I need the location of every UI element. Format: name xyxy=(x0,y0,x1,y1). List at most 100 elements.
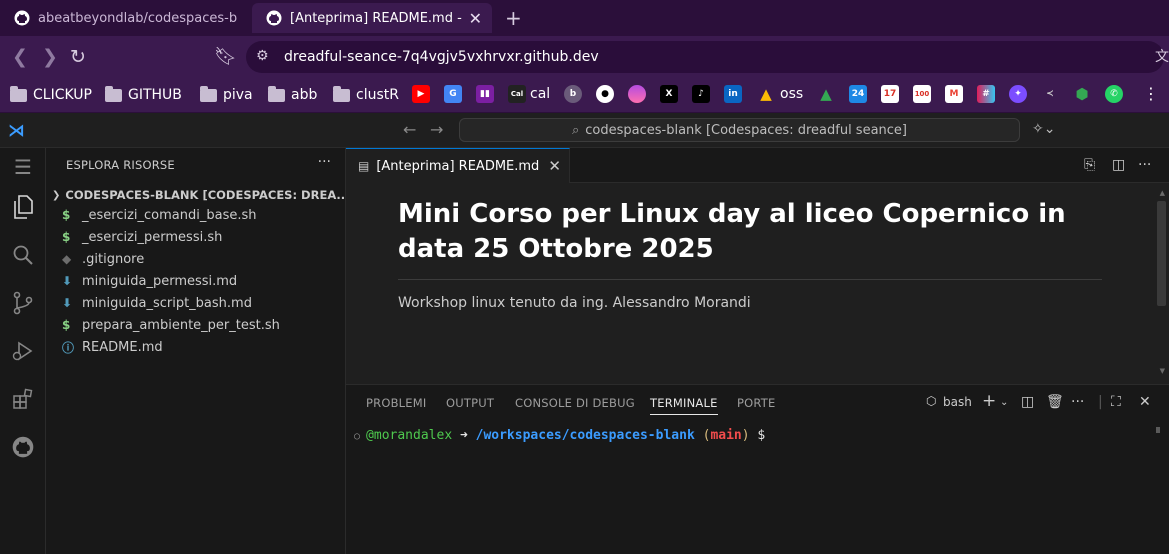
prompt-branch: main xyxy=(710,428,742,443)
bookmark-folder-clustr[interactable]: clustR xyxy=(333,84,399,106)
browser-tab-readme[interactable]: [Anteprima] README.md - ✕ xyxy=(252,3,492,33)
explorer-panel: ESPLORA RISORSE ··· ❯ CODESPACES-BLANK [… xyxy=(46,148,346,554)
x-icon[interactable]: X xyxy=(660,85,678,103)
editor-scrollbar[interactable] xyxy=(1157,201,1166,306)
terminal-prompt[interactable]: ○ @morandalex ➜ /workspaces/codespaces-b… xyxy=(354,428,765,443)
search-icon[interactable] xyxy=(0,232,46,278)
gmail-icon[interactable]: M xyxy=(945,85,963,103)
sunset-icon[interactable] xyxy=(628,85,646,103)
more-actions-icon[interactable]: ··· xyxy=(318,154,331,170)
bookmark-label-oss[interactable]: oss xyxy=(780,86,803,102)
bookmark-folder-clickup[interactable]: CLICKUP xyxy=(10,84,92,106)
file-type-icon: ⓘ xyxy=(62,340,75,355)
tiktok-icon[interactable]: ♪ xyxy=(692,85,710,103)
more-bookmarks-icon[interactable]: ⋮ xyxy=(1143,84,1159,103)
folder-icon xyxy=(200,85,217,102)
bookmark-label: clustR xyxy=(356,87,399,103)
open-source-icon[interactable]: ⎘ xyxy=(1084,157,1095,173)
separator: | xyxy=(1098,394,1103,410)
file-item[interactable]: ⬇ miniguida_permessi.md xyxy=(46,270,345,292)
bookmark-folder-abb[interactable]: abb xyxy=(268,84,317,106)
file-item[interactable]: ◆ .gitignore xyxy=(46,248,345,270)
file-name: prepara_ambiente_per_test.sh xyxy=(82,317,280,333)
forward-arrow-icon[interactable]: ❯ xyxy=(42,46,58,68)
file-item[interactable]: $ prepara_ambiente_per_test.sh xyxy=(46,314,345,336)
terminal-scrollbar[interactable] xyxy=(1156,427,1160,433)
trash-icon[interactable]: 🗑︎ xyxy=(1046,394,1064,410)
maps-icon[interactable]: ⬢ xyxy=(1073,85,1091,103)
bookmark-icon[interactable]: 🔖︎ xyxy=(214,46,237,67)
go-forward-icon[interactable]: → xyxy=(430,120,443,139)
tab-output[interactable]: OUTPUT xyxy=(446,396,494,410)
source-control-icon[interactable] xyxy=(0,280,46,326)
youtube-icon[interactable]: ▶ xyxy=(412,85,430,103)
bookmark-label-cal[interactable]: cal xyxy=(530,86,550,102)
vscode-logo-icon[interactable]: ⋊ xyxy=(8,121,25,141)
translate-icon[interactable]: G xyxy=(444,85,462,103)
more-actions-icon[interactable]: ··· xyxy=(1071,394,1084,410)
trello-icon[interactable]: ▮▮ xyxy=(476,85,494,103)
new-terminal-icon[interactable]: + xyxy=(982,391,996,411)
markdown-preview: Mini Corso per Linux day al liceo Copern… xyxy=(346,183,1169,384)
close-tab-icon[interactable]: ✕ xyxy=(469,9,482,28)
bookmark-folder-piva[interactable]: piva xyxy=(200,84,253,106)
tab-problems[interactable]: PROBLEMI xyxy=(366,396,426,410)
url-text[interactable]: dreadful-seance-7q4vgjv5vxhrvxr.github.d… xyxy=(284,49,599,65)
file-type-icon: $ xyxy=(62,318,71,332)
extensions-icon[interactable] xyxy=(0,376,46,422)
share-icon[interactable]: ≺ xyxy=(1041,85,1059,103)
terminal-shell-icon: ⬡ xyxy=(926,394,937,408)
address-bar[interactable]: ⚙ dreadful-seance-7q4vgjv5vxhrvxr.github… xyxy=(246,41,1164,73)
calendar-icon[interactable]: 17 xyxy=(881,85,899,103)
file-item[interactable]: $ _esercizi_permessi.sh xyxy=(46,226,345,248)
command-center[interactable]: ⌕ codespaces-blank [Codespaces: dreadful… xyxy=(459,118,1020,142)
linkedin-icon[interactable]: in xyxy=(724,85,742,103)
editor-tab-readme-preview[interactable]: ▤ [Anteprima] README.md ✕ xyxy=(346,148,570,183)
cal-icon[interactable]: Cal xyxy=(508,85,526,103)
run-debug-icon[interactable] xyxy=(0,328,46,374)
browser-tab-github[interactable]: abeatbeyondlab/codespaces-b xyxy=(0,3,250,33)
back-arrow-icon[interactable]: ❮ xyxy=(12,46,28,68)
explorer-icon[interactable] xyxy=(0,184,46,230)
split-terminal-icon[interactable]: ◫ xyxy=(1021,394,1034,410)
explorer-title: ESPLORA RISORSE xyxy=(66,158,175,172)
file-item[interactable]: ⬇ miniguida_script_bash.md xyxy=(46,292,345,314)
go-back-icon[interactable]: ← xyxy=(403,120,416,139)
calendar-icon[interactable]: 100 xyxy=(913,85,931,103)
more-actions-icon[interactable]: ··· xyxy=(1138,157,1151,173)
star-icon[interactable]: ✦ xyxy=(1009,85,1027,103)
bookmark-folder-github[interactable]: GITHUB xyxy=(105,84,182,106)
workspace-folder-header[interactable]: ❯ CODESPACES-BLANK [CODESPACES: DREA... xyxy=(52,184,344,206)
reload-icon[interactable]: ↻ xyxy=(70,46,86,68)
calendar-icon[interactable]: 24 xyxy=(849,85,867,103)
close-icon[interactable]: ✕ xyxy=(548,157,561,175)
slack-icon[interactable]: # xyxy=(977,85,995,103)
tab-ports[interactable]: PORTE xyxy=(737,396,775,410)
github-icon[interactable]: ● xyxy=(596,85,614,103)
translate-icon[interactable]: 文 xyxy=(1155,46,1169,66)
file-item[interactable]: ⓘ README.md xyxy=(46,336,345,358)
file-item[interactable]: $ _esercizi_comandi_base.sh xyxy=(46,204,345,226)
editor-tab-label: [Anteprima] README.md xyxy=(376,158,540,174)
whatsapp-icon[interactable]: ✆ xyxy=(1105,85,1123,103)
split-editor-icon[interactable]: ◫ xyxy=(1112,157,1125,173)
maximize-panel-icon[interactable]: ⛶ xyxy=(1111,394,1121,410)
terminal-name[interactable]: bash xyxy=(943,395,972,409)
scroll-down-icon[interactable]: ▼ xyxy=(1160,367,1165,375)
drive-icon[interactable]: ▲ xyxy=(817,85,835,103)
site-info-icon[interactable]: ⚙ xyxy=(256,48,269,64)
chevron-down-icon[interactable]: ⌄ xyxy=(1000,397,1008,408)
drive-icon[interactable]: ▲ xyxy=(757,85,775,103)
github-icon[interactable] xyxy=(0,424,46,470)
tab-debug-console[interactable]: CONSOLE DI DEBUG xyxy=(515,396,635,410)
file-name: README.md xyxy=(82,339,163,355)
copilot-icon[interactable]: ✧⌄ xyxy=(1032,121,1055,137)
beyond-icon[interactable]: b xyxy=(564,85,582,103)
prompt-paren-close: ) xyxy=(741,428,750,443)
github-icon xyxy=(14,10,30,26)
chevron-down-icon: ❯ xyxy=(52,189,61,201)
close-panel-icon[interactable]: ✕ xyxy=(1139,394,1151,410)
new-tab-button[interactable]: + xyxy=(505,6,522,30)
tab-terminal[interactable]: TERMINALE xyxy=(650,396,718,415)
scroll-up-icon[interactable]: ▲ xyxy=(1160,189,1165,197)
